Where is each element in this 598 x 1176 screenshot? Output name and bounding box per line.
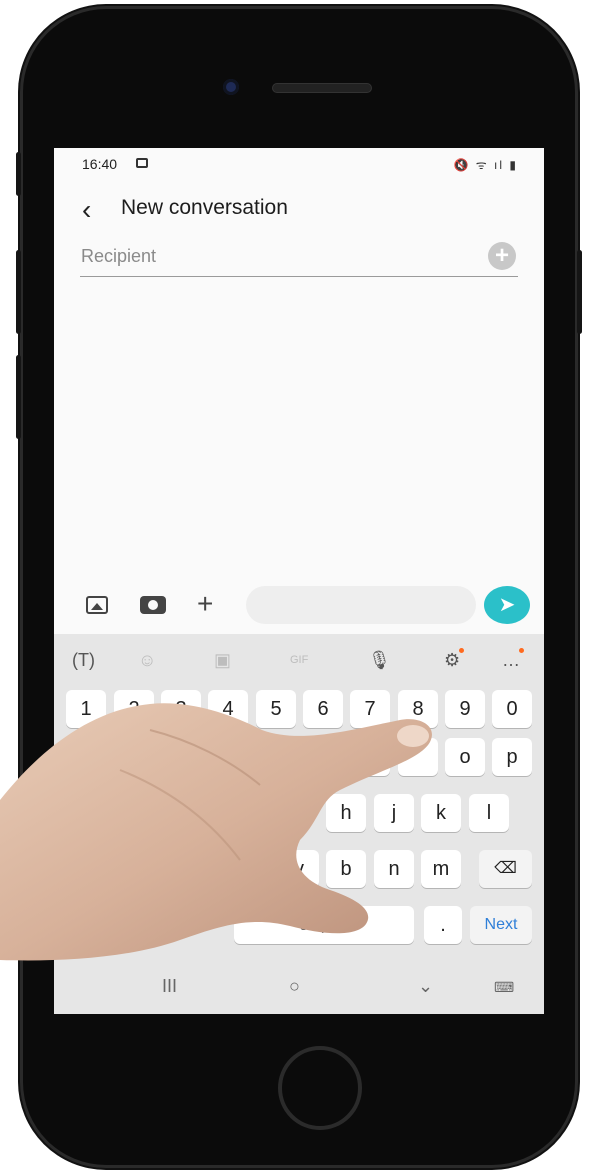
recipient-placeholder: Recipient [81,246,157,266]
key-h[interactable]: h [326,794,366,832]
navigation-bar: III ○ ⌄ ⌨ [54,964,544,1014]
key-9[interactable]: 9 [445,690,485,728]
key-b[interactable]: b [326,850,366,888]
volume-down-button [16,355,21,439]
gif-icon[interactable]: GIF [290,654,308,666]
period-key[interactable]: . [424,906,462,944]
screen: 16:40 🔇 ᯤ ıl ▮ ‹ New conversation Recipi… [54,148,544,1014]
backspace-key[interactable]: ⌫ [479,850,532,888]
key-p[interactable]: p [492,738,532,776]
earpiece-speaker [272,83,372,93]
key-m[interactable]: m [421,850,461,888]
status-time: 16:40 [82,156,118,172]
next-key[interactable]: Next [470,906,532,944]
mute-switch [16,152,21,196]
add-recipient-icon[interactable]: + [488,242,516,270]
key-3[interactable]: 3 [161,690,201,728]
space-key[interactable]: sh (UK) [234,906,414,944]
gallery-icon[interactable] [86,596,108,614]
key-k[interactable]: k [421,794,461,832]
key-4[interactable]: 4 [208,690,248,728]
key-o[interactable]: o [445,738,485,776]
key-j[interactable]: j [374,794,414,832]
power-button [577,250,582,334]
key-l[interactable]: l [469,794,509,832]
settings-gear-icon[interactable]: ⚙ [444,648,465,671]
recipient-field[interactable]: Recipient + [80,242,518,277]
attach-plus-icon[interactable]: + [197,588,213,620]
app-header: ‹ New conversation [54,188,544,228]
key-8[interactable]: 8 [398,690,438,728]
front-camera [223,79,239,95]
key-q[interactable] [66,738,106,776]
key-2[interactable]: 2 [114,690,154,728]
key-v[interactable]: v [279,850,319,888]
keyboard-switch-icon[interactable]: ⌨ [494,979,514,996]
key-1[interactable]: 1 [66,690,106,728]
back-chevron-icon[interactable]: ‹ [82,194,91,226]
page-title: New conversation [121,196,288,219]
key-7[interactable]: 7 [350,690,390,728]
keyboard: (T) ☺ ▣ GIF 🎙 ⚙ … 1 2 3 4 5 6 7 8 9 0 v … [54,634,544,1014]
message-composer: + ➤ [54,578,544,634]
emoji-icon[interactable]: ☺ [138,650,156,671]
key-0[interactable]: 0 [492,690,532,728]
key-5[interactable]: 5 [256,690,296,728]
key-y[interactable]: v [303,738,343,776]
send-icon[interactable]: ➤ [484,586,530,624]
key-n[interactable]: n [374,850,414,888]
message-input[interactable] [246,586,476,624]
image-notification-icon [136,158,148,168]
key-i[interactable] [398,738,438,776]
key-u[interactable] [350,738,390,776]
key-6[interactable]: 6 [303,690,343,728]
status-bar: 16:40 🔇 ᯤ ıl ▮ [54,148,544,180]
more-options-icon[interactable]: … [502,648,524,671]
microphone-icon[interactable]: 🎙 [368,650,391,671]
translate-icon[interactable]: (T) [72,650,95,671]
camera-icon[interactable] [140,596,166,614]
home-nav-icon[interactable]: ○ [289,976,300,997]
sticker-icon[interactable]: ▣ [214,650,231,671]
keyboard-toolbar: (T) ☺ ▣ GIF 🎙 ⚙ … [54,634,544,686]
home-button[interactable] [278,1046,362,1130]
recent-apps-icon[interactable]: III [162,976,177,997]
status-indicators: 🔇 ᯤ ıl ▮ [453,158,518,172]
volume-up-button [16,250,21,334]
back-nav-icon[interactable]: ⌄ [418,976,433,997]
